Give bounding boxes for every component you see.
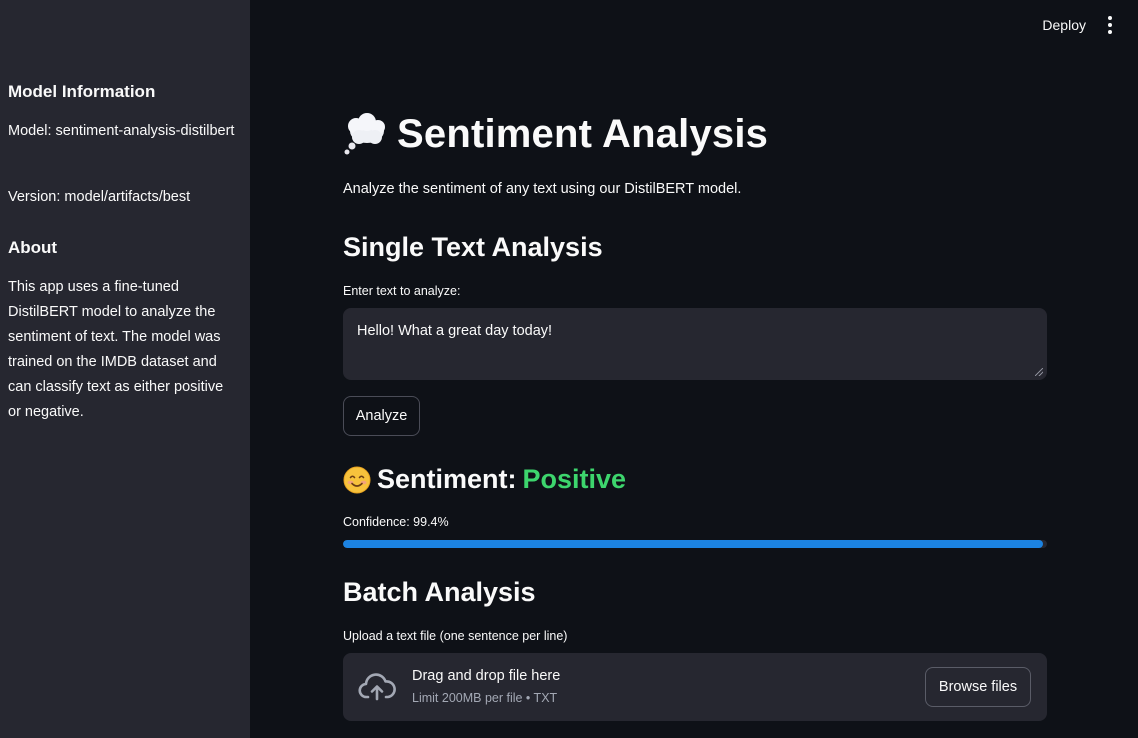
upload-label: Upload a text file (one sentence per lin… — [343, 629, 568, 643]
dropzone-limit: Limit 200MB per file • TXT — [412, 691, 558, 705]
main-menu-icon[interactable] — [1104, 14, 1116, 36]
sentiment-label: Sentiment: — [377, 464, 517, 494]
about-text: This app uses a fine-tuned DistilBERT mo… — [8, 279, 224, 420]
smiling-face-icon — [343, 466, 371, 493]
thought-balloon-icon — [344, 112, 385, 154]
page-title-row: Sentiment Analysis — [343, 112, 768, 157]
browse-files-button[interactable]: Browse files — [925, 667, 1031, 707]
page-title: Sentiment Analysis — [397, 112, 769, 156]
sidebar: Model Information Model: sentiment-analy… — [0, 0, 250, 738]
confidence-label: Confidence: 99.4% — [343, 515, 449, 529]
main-content: Sentiment Analysis Analyze the sentiment… — [343, 0, 1047, 738]
page-subtitle: Analyze the sentiment of any text using … — [343, 181, 742, 197]
text-input-value: Hello! What a great day today! — [357, 323, 553, 339]
confidence-progress-bar — [343, 540, 1047, 548]
model-name-text: Model: sentiment-analysis-distilbert — [8, 123, 235, 139]
text-input[interactable]: Hello! What a great day today! — [343, 308, 1047, 380]
cloud-upload-icon — [358, 673, 396, 701]
file-dropzone[interactable]: Drag and drop file here Limit 200MB per … — [343, 653, 1047, 721]
sentiment-value: Positive — [522, 464, 627, 494]
single-analysis-heading: Single Text Analysis — [343, 232, 603, 262]
app-header-actions: Deploy — [1042, 14, 1116, 36]
model-version-text: Version: model/artifacts/best — [8, 189, 191, 205]
about-heading: About — [8, 238, 58, 257]
model-info-heading: Model Information — [8, 82, 156, 101]
batch-analysis-heading: Batch Analysis — [343, 577, 536, 607]
text-input-label: Enter text to analyze: — [343, 284, 461, 298]
sentiment-result: Sentiment: Positive — [343, 464, 626, 495]
deploy-button[interactable]: Deploy — [1042, 17, 1086, 33]
confidence-progress-fill — [343, 540, 1043, 548]
analyze-button[interactable]: Analyze — [343, 396, 420, 436]
dropzone-title: Drag and drop file here — [412, 668, 561, 684]
resize-handle-icon[interactable] — [1035, 368, 1043, 376]
